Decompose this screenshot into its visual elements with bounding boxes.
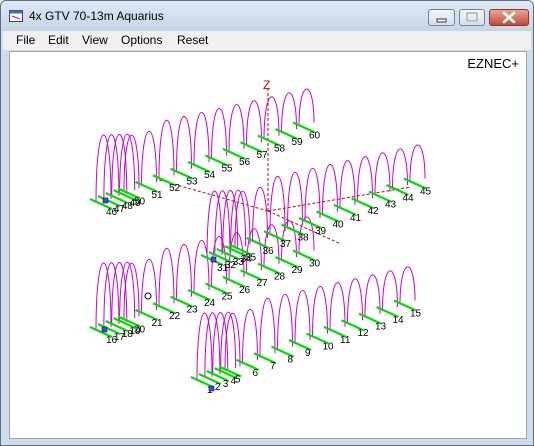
segment-label: 21 — [152, 318, 164, 329]
segment-label: 40 — [333, 219, 345, 230]
radiation-lobe — [252, 187, 268, 242]
segment-label: 14 — [393, 315, 405, 326]
radiation-lobe — [339, 160, 356, 209]
maximize-icon — [466, 12, 478, 22]
radiation-lobe — [329, 282, 346, 331]
segment-label: 53 — [187, 177, 199, 188]
menu-file[interactable]: File — [16, 33, 35, 47]
radiation-lobe — [322, 164, 338, 216]
segment-label: 57 — [257, 150, 269, 161]
radiation-lobe — [228, 104, 245, 153]
segment-label: 59 — [292, 137, 304, 148]
segment-label: 11 — [340, 335, 351, 346]
segment-label: 39 — [315, 226, 327, 237]
segment-label: 41 — [350, 213, 362, 224]
load-marker — [144, 292, 152, 300]
segment-label: 30 — [309, 258, 321, 269]
radiation-lobe — [281, 92, 297, 134]
app-window: 4x GTV 70-13m Aquarius File Edit View Op… — [0, 0, 534, 446]
menu-edit[interactable]: Edit — [48, 33, 69, 47]
segment-label: 37 — [280, 239, 292, 250]
segment-label: 29 — [292, 265, 304, 276]
radiation-lobe — [294, 290, 311, 345]
segment-label: 50 — [134, 196, 146, 207]
title-bar[interactable]: 4x GTV 70-13m Aquarius — [1, 1, 533, 31]
radiation-lobe — [298, 88, 315, 127]
minimize-button[interactable] — [428, 9, 455, 26]
segment-label: 7 — [270, 361, 276, 372]
radiation-lobe — [211, 108, 227, 160]
segment-label: 43 — [385, 200, 397, 211]
segment-label: 35 — [245, 252, 257, 263]
axis-z-label: Z — [263, 78, 270, 92]
segment-label: 55 — [222, 163, 234, 174]
close-icon — [502, 11, 516, 24]
minimize-icon — [436, 18, 447, 23]
radiation-lobe — [141, 259, 157, 314]
close-button[interactable] — [489, 9, 529, 26]
maximize-button[interactable] — [459, 9, 485, 26]
source-marker — [210, 256, 217, 263]
segment-label: 3 — [223, 379, 229, 390]
segment-label: 36 — [263, 246, 275, 257]
window-title: 4x GTV 70-13m Aquarius — [29, 9, 164, 23]
radiation-lobe — [287, 172, 303, 229]
segment-label: 26 — [239, 285, 251, 296]
segment-label: 5 — [235, 374, 241, 385]
segment-label: 2 — [215, 382, 221, 393]
radiation-lobe — [312, 286, 328, 338]
segment-label: 45 — [420, 186, 432, 197]
radiation-lobe — [392, 148, 408, 190]
radiation-lobe — [304, 168, 321, 223]
radiation-lobe — [176, 116, 192, 173]
radiation-lobe — [277, 294, 293, 351]
segment-label: 8 — [288, 355, 294, 366]
radiation-lobe — [141, 131, 157, 186]
radiation-lobe — [176, 244, 192, 301]
segment-label: 6 — [253, 368, 259, 379]
menu-options[interactable]: Options — [121, 33, 162, 47]
segment-label: 23 — [187, 305, 199, 316]
segment-label: 28 — [274, 272, 286, 283]
segment-label: 52 — [169, 183, 181, 194]
segment-label: 15 — [410, 308, 422, 319]
segment-label: 60 — [309, 130, 321, 141]
radiation-lobe — [242, 309, 258, 364]
radiation-lobe — [263, 96, 280, 140]
segment-label: 20 — [134, 324, 146, 335]
segment-label: 54 — [204, 170, 216, 181]
menu-bar: File Edit View Options Reset — [3, 31, 531, 51]
segment-label: 9 — [305, 348, 311, 359]
menu-reset[interactable]: Reset — [177, 33, 208, 47]
segment-label: 10 — [323, 341, 335, 352]
radiation-lobe — [246, 100, 262, 147]
radiation-lobe — [399, 266, 416, 305]
source-marker — [101, 326, 108, 333]
segment-label: 58 — [274, 144, 286, 155]
segment-label: 22 — [169, 311, 181, 322]
source-marker — [208, 385, 215, 392]
segment-label: 24 — [204, 298, 216, 309]
radiation-lobe — [374, 152, 391, 196]
segment-label: 51 — [152, 190, 164, 201]
radiation-lobe — [364, 274, 381, 318]
segment-label: 25 — [222, 291, 234, 302]
radiation-lobe — [382, 270, 398, 312]
segment-label: 44 — [403, 193, 415, 204]
antenna-plot: Z123456789101112131415161718192021222324… — [89, 78, 432, 396]
segment-label: 56 — [239, 157, 251, 168]
source-marker — [102, 197, 109, 204]
segment-label: 27 — [257, 278, 269, 289]
radiation-lobe — [347, 278, 363, 325]
app-icon — [9, 10, 23, 22]
menu-view[interactable]: View — [82, 33, 108, 47]
radiation-lobe — [193, 112, 210, 167]
radiation-lobe — [409, 144, 426, 183]
antenna-view-canvas[interactable]: EZNEC+ Z12345678910111213141516171819202… — [9, 51, 527, 439]
radiation-lobe — [357, 156, 373, 203]
segment-label: 12 — [358, 328, 370, 339]
segment-label: 13 — [375, 322, 387, 333]
segment-label: 38 — [298, 233, 310, 244]
segment-label: 42 — [368, 206, 380, 217]
